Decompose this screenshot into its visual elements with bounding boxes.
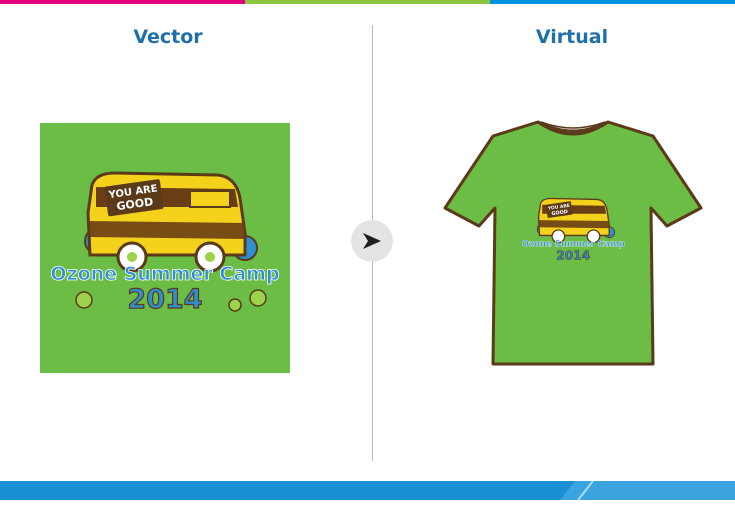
vector-heading: Vector — [133, 26, 203, 48]
shirt-year-text: 2014 — [556, 248, 590, 262]
year-text: 2014 — [127, 284, 202, 315]
vector-artwork: YOU ARE GOOD Ozone Summer Camp 2014 — [40, 123, 290, 373]
bottom-bar — [0, 480, 735, 501]
top-color-bar — [0, 0, 735, 4]
arrow-right-icon — [363, 233, 381, 249]
top-bar-blue — [490, 0, 735, 4]
top-bar-pink — [0, 0, 245, 4]
camp-name-text: Ozone Summer Camp — [50, 263, 279, 285]
virtual-heading: Virtual — [535, 26, 609, 48]
top-bar-green — [245, 0, 490, 4]
tshirt-mockup: YOU ARE GOOD Ozone Summer Camp 2014 — [443, 118, 703, 374]
next-arrow-button[interactable] — [351, 220, 393, 262]
